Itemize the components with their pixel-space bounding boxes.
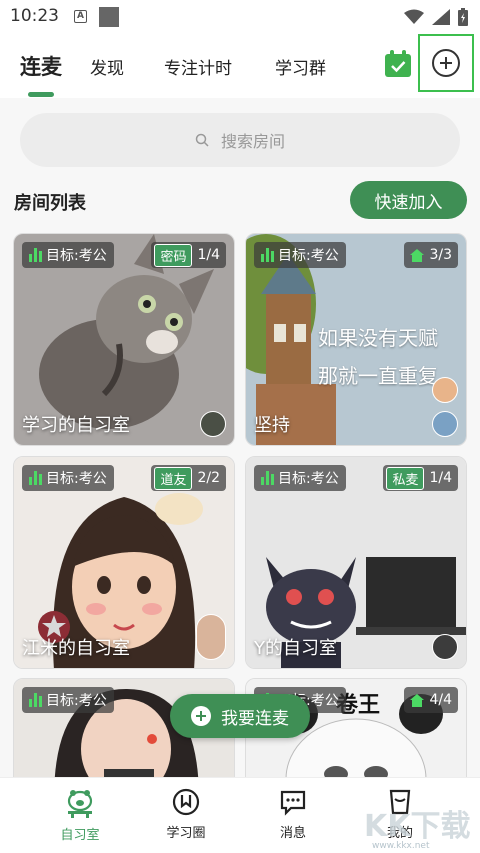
room-card[interactable]: 目标:考公 私麦 1/4 Y的自习室 (245, 456, 467, 669)
wifi-icon (404, 9, 424, 24)
notification-a-icon: A (74, 10, 87, 23)
search-placeholder: 搜索房间 (220, 132, 285, 151)
signal-bars-icon (29, 693, 42, 707)
member-avatar (432, 411, 458, 437)
nav-label: 消息 (279, 826, 306, 841)
occupancy-badge: 私麦 1/4 (383, 465, 458, 491)
tab-study-group[interactable]: 学习群 (275, 54, 326, 79)
goal-badge: 目标:考公 (254, 465, 346, 491)
tab-discover[interactable]: 发现 (90, 54, 124, 79)
tab-lianmai[interactable]: 连麦 (20, 51, 62, 81)
room-name: 学习的自习室 (22, 415, 130, 436)
tab-focus-timer[interactable]: 专注计时 (164, 54, 232, 79)
room-name: 坚持 (254, 415, 290, 436)
signal-icon (432, 9, 450, 25)
active-tab-indicator (28, 92, 54, 97)
nav-messages[interactable]: 消息 (253, 788, 333, 841)
room-tag: 私麦 (386, 466, 425, 490)
home-icon (410, 248, 425, 262)
search-icon (195, 133, 209, 147)
goal-text: 目标:考公 (46, 471, 107, 487)
room-card[interactable]: 目标:考公 道友 2/2 江米的自习室 (13, 456, 235, 669)
top-header: 连麦 发现 专注计时 学习群 (0, 34, 480, 98)
room-tag: 密码 (154, 243, 193, 267)
svg-text:KK下载: KK下载 (364, 809, 471, 844)
pig-desk-icon (67, 790, 93, 818)
occupancy-count: 1/4 (197, 247, 220, 263)
status-icons (404, 8, 468, 26)
chat-bubble-icon (280, 790, 306, 816)
nav-label: 自习室 (60, 828, 100, 843)
goal-text: 目标:考公 (278, 248, 339, 264)
owner-avatar (432, 634, 458, 660)
goal-badge: 目标:考公 (22, 465, 114, 491)
occupancy-badge: 密码 1/4 (151, 242, 226, 268)
room-card[interactable]: 如果没有天赋 那就一直重复 目标:考公 3/3 坚持 (245, 233, 467, 446)
occupancy-badge: 4/4 (404, 687, 458, 713)
member-avatar (196, 614, 226, 660)
bookmark-circle-icon (172, 788, 200, 816)
search-input[interactable]: 搜索房间 (20, 113, 460, 167)
plus-circle-icon (432, 49, 460, 77)
status-time: 10:23 (10, 6, 59, 26)
watermark-url: www.kkx.net (372, 841, 430, 851)
room-name: 江米的自习室 (22, 638, 130, 659)
owner-avatar (200, 411, 226, 437)
room-list-title: 房间列表 (14, 193, 86, 214)
status-bar: 10:23 A (0, 0, 480, 34)
home-icon (410, 693, 425, 707)
signal-bars-icon (29, 471, 42, 485)
join-voice-button[interactable]: 我要连麦 (170, 694, 310, 738)
goal-text: 目标:考公 (278, 471, 339, 487)
battery-icon (458, 8, 468, 26)
goal-text: 目标:考公 (46, 693, 107, 709)
nav-study-circle[interactable]: 学习圈 (146, 788, 226, 841)
occupancy-count: 1/4 (429, 470, 452, 486)
signal-bars-icon (261, 471, 274, 485)
nav-label: 学习圈 (166, 826, 206, 841)
create-room-button[interactable] (418, 34, 474, 92)
signal-bars-icon (29, 248, 42, 262)
goal-text: 目标:考公 (46, 248, 107, 264)
member-avatar (432, 377, 458, 403)
join-voice-label: 我要连麦 (221, 708, 289, 729)
occupancy-count: 2/2 (197, 470, 220, 486)
plus-icon (191, 706, 211, 726)
occupancy-badge: 3/3 (404, 242, 458, 268)
calendar-check-icon[interactable] (384, 50, 412, 78)
signal-bars-icon (261, 248, 274, 262)
quick-join-button[interactable]: 快速加入 (350, 181, 467, 219)
occupancy-count: 3/3 (429, 247, 452, 263)
goal-badge: 目标:考公 (22, 687, 114, 713)
occupancy-count: 4/4 (429, 692, 452, 708)
room-card[interactable]: 目标:考公 密码 1/4 学习的自习室 (13, 233, 235, 446)
room-tag: 道友 (154, 466, 193, 490)
goal-badge: 目标:考公 (22, 242, 114, 268)
room-name: Y的自习室 (254, 638, 337, 659)
goal-badge: 目标:考公 (254, 242, 346, 268)
notification-square-icon (99, 7, 119, 27)
nav-study-room[interactable]: 自习室 (40, 788, 120, 843)
occupancy-badge: 道友 2/2 (151, 465, 226, 491)
